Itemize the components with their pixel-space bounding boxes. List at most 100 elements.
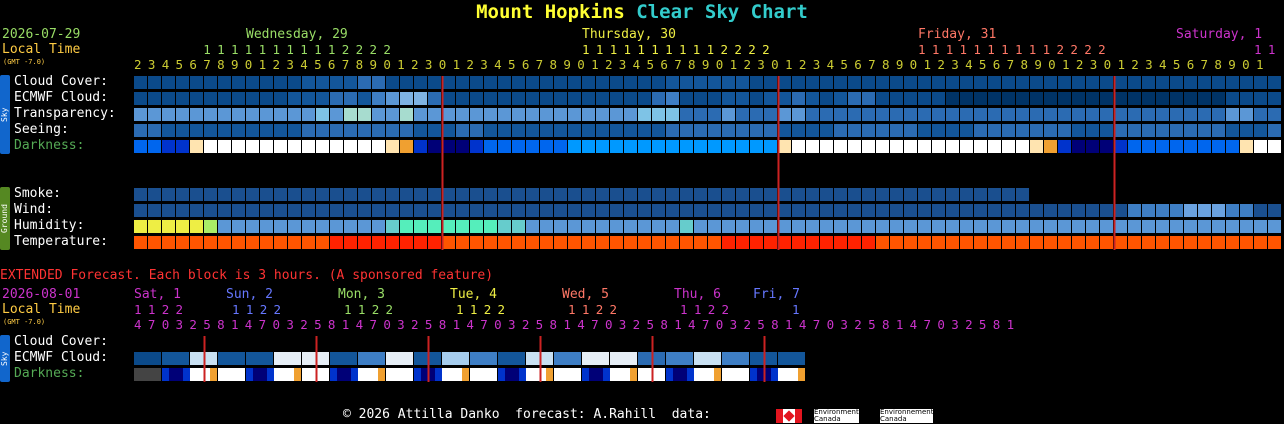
ext-midnight-line[interactable] <box>651 336 654 382</box>
wind-block[interactable] <box>764 204 777 217</box>
wind-block[interactable] <box>946 204 959 217</box>
darkness-block[interactable] <box>512 140 525 153</box>
humidity-block[interactable] <box>470 220 483 233</box>
ecmwf-cloud-block[interactable] <box>596 92 609 105</box>
darkness-block[interactable] <box>1198 140 1211 153</box>
wind-block[interactable] <box>1198 204 1211 217</box>
ecmwf-cloud-block[interactable] <box>1030 92 1043 105</box>
transparency-block[interactable] <box>400 108 413 121</box>
ext-darkness-stripe[interactable] <box>246 368 253 381</box>
wind-block[interactable] <box>232 204 245 217</box>
temperature-block[interactable] <box>498 236 511 249</box>
humidity-block[interactable] <box>372 220 385 233</box>
smoke-block[interactable] <box>820 188 833 201</box>
temperature-block[interactable] <box>1198 236 1211 249</box>
smoke-block[interactable] <box>932 188 945 201</box>
smoke-block[interactable] <box>134 188 147 201</box>
wind-block[interactable] <box>652 204 665 217</box>
darkness-block[interactable] <box>582 140 595 153</box>
temperature-block[interactable] <box>148 236 161 249</box>
humidity-block[interactable] <box>736 220 749 233</box>
ecmwf-cloud-block[interactable] <box>932 92 945 105</box>
humidity-block[interactable] <box>232 220 245 233</box>
temperature-block[interactable] <box>932 236 945 249</box>
seeing-block[interactable] <box>1170 124 1183 137</box>
wind-block[interactable] <box>372 204 385 217</box>
ext-darkness-stripe[interactable] <box>414 368 421 381</box>
humidity-block[interactable] <box>512 220 525 233</box>
temperature-block[interactable] <box>456 236 469 249</box>
wind-block[interactable] <box>1072 204 1085 217</box>
darkness-block[interactable] <box>260 140 273 153</box>
wind-block[interactable] <box>666 204 679 217</box>
wind-block[interactable] <box>204 204 217 217</box>
transparency-block[interactable] <box>1240 108 1253 121</box>
seeing-block[interactable] <box>1058 124 1071 137</box>
darkness-block[interactable] <box>1128 140 1141 153</box>
humidity-block[interactable] <box>1226 220 1239 233</box>
humidity-block[interactable] <box>1114 220 1127 233</box>
transparency-block[interactable] <box>386 108 399 121</box>
wind-block[interactable] <box>274 204 287 217</box>
smoke-block[interactable] <box>246 188 259 201</box>
darkness-block[interactable] <box>974 140 987 153</box>
smoke-block[interactable] <box>512 188 525 201</box>
transparency-block[interactable] <box>960 108 973 121</box>
wind-block[interactable] <box>162 204 175 217</box>
transparency-block[interactable] <box>820 108 833 121</box>
ecmwf-cloud-block[interactable] <box>190 92 203 105</box>
transparency-block[interactable] <box>316 108 329 121</box>
seeing-block[interactable] <box>330 124 343 137</box>
humidity-block[interactable] <box>554 220 567 233</box>
humidity-block[interactable] <box>722 220 735 233</box>
ecmwf-cloud-block[interactable] <box>1142 92 1155 105</box>
ext-ecmwf-cloud-block[interactable] <box>694 352 721 365</box>
wind-block[interactable] <box>778 204 791 217</box>
wind-block[interactable] <box>260 204 273 217</box>
transparency-block[interactable] <box>918 108 931 121</box>
humidity-block[interactable] <box>638 220 651 233</box>
wind-block[interactable] <box>1002 204 1015 217</box>
seeing-block[interactable] <box>932 124 945 137</box>
ecmwf-cloud-block[interactable] <box>148 92 161 105</box>
seeing-block[interactable] <box>834 124 847 137</box>
humidity-block[interactable] <box>442 220 455 233</box>
humidity-block[interactable] <box>1240 220 1253 233</box>
transparency-block[interactable] <box>176 108 189 121</box>
transparency-block[interactable] <box>1198 108 1211 121</box>
ext-darkness-stripe[interactable] <box>519 368 526 381</box>
wind-block[interactable] <box>1100 204 1113 217</box>
cloud-cover-block[interactable] <box>386 76 399 89</box>
transparency-block[interactable] <box>736 108 749 121</box>
cloud-cover-block[interactable] <box>946 76 959 89</box>
temperature-block[interactable] <box>1226 236 1239 249</box>
cloud-cover-block[interactable] <box>302 76 315 89</box>
transparency-block[interactable] <box>1268 108 1281 121</box>
transparency-block[interactable] <box>442 108 455 121</box>
smoke-block[interactable] <box>890 188 903 201</box>
cloud-cover-block[interactable] <box>988 76 1001 89</box>
wind-block[interactable] <box>834 204 847 217</box>
temperature-block[interactable] <box>470 236 483 249</box>
ext-darkness-stripe[interactable] <box>589 368 596 381</box>
temperature-block[interactable] <box>218 236 231 249</box>
smoke-block[interactable] <box>442 188 455 201</box>
temperature-block[interactable] <box>736 236 749 249</box>
temperature-block[interactable] <box>288 236 301 249</box>
transparency-block[interactable] <box>1030 108 1043 121</box>
ecmwf-cloud-block[interactable] <box>246 92 259 105</box>
smoke-block[interactable] <box>288 188 301 201</box>
ecmwf-cloud-block[interactable] <box>1212 92 1225 105</box>
cloud-cover-block[interactable] <box>358 76 371 89</box>
smoke-block[interactable] <box>834 188 847 201</box>
ext-darkness-stripe[interactable] <box>771 368 778 381</box>
smoke-block[interactable] <box>666 188 679 201</box>
ext-ecmwf-cloud-block[interactable] <box>554 352 581 365</box>
cloud-cover-block[interactable] <box>190 76 203 89</box>
cloud-cover-block[interactable] <box>1212 76 1225 89</box>
darkness-block[interactable] <box>498 140 511 153</box>
ecmwf-cloud-block[interactable] <box>568 92 581 105</box>
cloud-cover-block[interactable] <box>1030 76 1043 89</box>
darkness-block[interactable] <box>1254 140 1267 153</box>
temperature-block[interactable] <box>904 236 917 249</box>
